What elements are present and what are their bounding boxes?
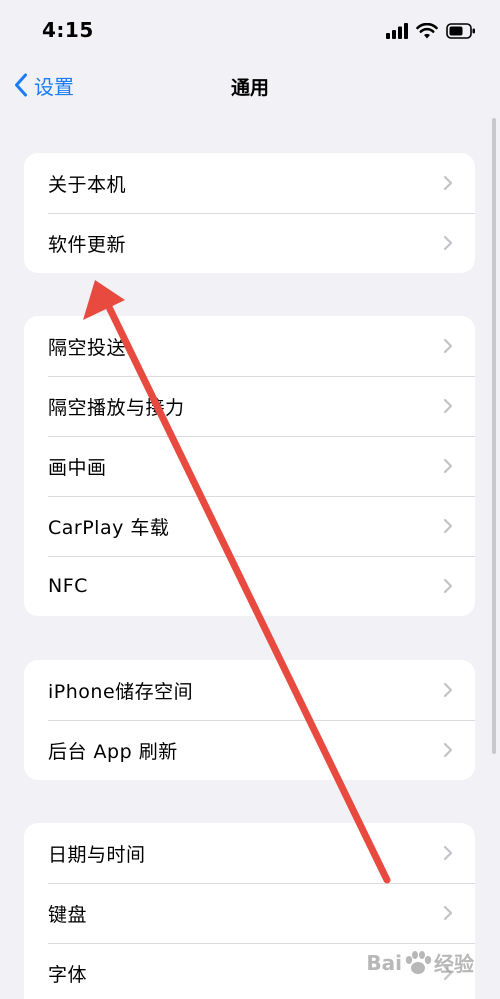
row-nfc[interactable]: NFC: [24, 556, 475, 616]
settings-group-storage: iPhone储存空间 后台 App 刷新: [24, 660, 475, 780]
row-label: 隔空播放与接力: [48, 396, 185, 419]
status-icons: [386, 20, 476, 42]
wifi-icon: [416, 23, 438, 39]
settings-group-connectivity: 隔空投送 隔空播放与接力 画中画 CarPlay 车载 NFC: [24, 316, 475, 616]
row-date-time[interactable]: 日期与时间: [24, 823, 475, 883]
row-keyboard[interactable]: 键盘: [24, 883, 475, 943]
row-carplay[interactable]: CarPlay 车载: [24, 496, 475, 556]
status-time: 4:15: [42, 18, 94, 42]
row-airdrop[interactable]: 隔空投送: [24, 316, 475, 376]
paw-logo-icon: [405, 950, 432, 974]
row-label: 隔空投送: [48, 336, 127, 359]
watermark-left-text: Bai: [366, 950, 402, 975]
row-picture-in-picture[interactable]: 画中画: [24, 436, 475, 496]
chevron-right-icon: [443, 458, 453, 474]
chevron-right-icon: [443, 398, 453, 414]
signal-icon: [386, 23, 408, 39]
chevron-right-icon: [443, 175, 453, 191]
status-bar: 4:15: [0, 0, 500, 60]
chevron-right-icon: [443, 682, 453, 698]
row-iphone-storage[interactable]: iPhone储存空间: [24, 660, 475, 720]
watermark-right-text: 经验: [434, 952, 474, 976]
settings-group-about: 关于本机 软件更新: [24, 153, 475, 273]
row-label: 字体: [48, 963, 88, 986]
chevron-right-icon: [443, 235, 453, 251]
row-about[interactable]: 关于本机: [24, 153, 475, 213]
page-title: 通用: [230, 77, 269, 99]
battery-icon: [446, 23, 475, 39]
chevron-right-icon: [443, 518, 453, 534]
chevron-right-icon: [443, 905, 453, 921]
chevron-right-icon: [443, 742, 453, 758]
row-label: CarPlay 车载: [48, 516, 170, 539]
chevron-right-icon: [443, 338, 453, 354]
row-software-update[interactable]: 软件更新: [24, 213, 475, 273]
row-airplay-handoff[interactable]: 隔空播放与接力: [24, 376, 475, 436]
chevron-right-icon: [443, 578, 453, 594]
navigation-bar: 设置 通用: [0, 60, 500, 110]
row-background-app-refresh[interactable]: 后台 App 刷新: [24, 720, 475, 780]
scroll-indicator[interactable]: [492, 118, 496, 754]
row-label: NFC: [48, 575, 88, 597]
row-label: 后台 App 刷新: [48, 740, 178, 763]
row-label: 画中画: [48, 456, 107, 479]
row-label: 软件更新: [48, 233, 127, 256]
row-label: 关于本机: [48, 173, 127, 196]
row-label: 键盘: [48, 903, 88, 926]
baidu-watermark: Bai 经验: [366, 948, 474, 977]
row-label: iPhone储存空间: [48, 680, 194, 703]
chevron-right-icon: [443, 845, 453, 861]
row-label: 日期与时间: [48, 843, 146, 866]
